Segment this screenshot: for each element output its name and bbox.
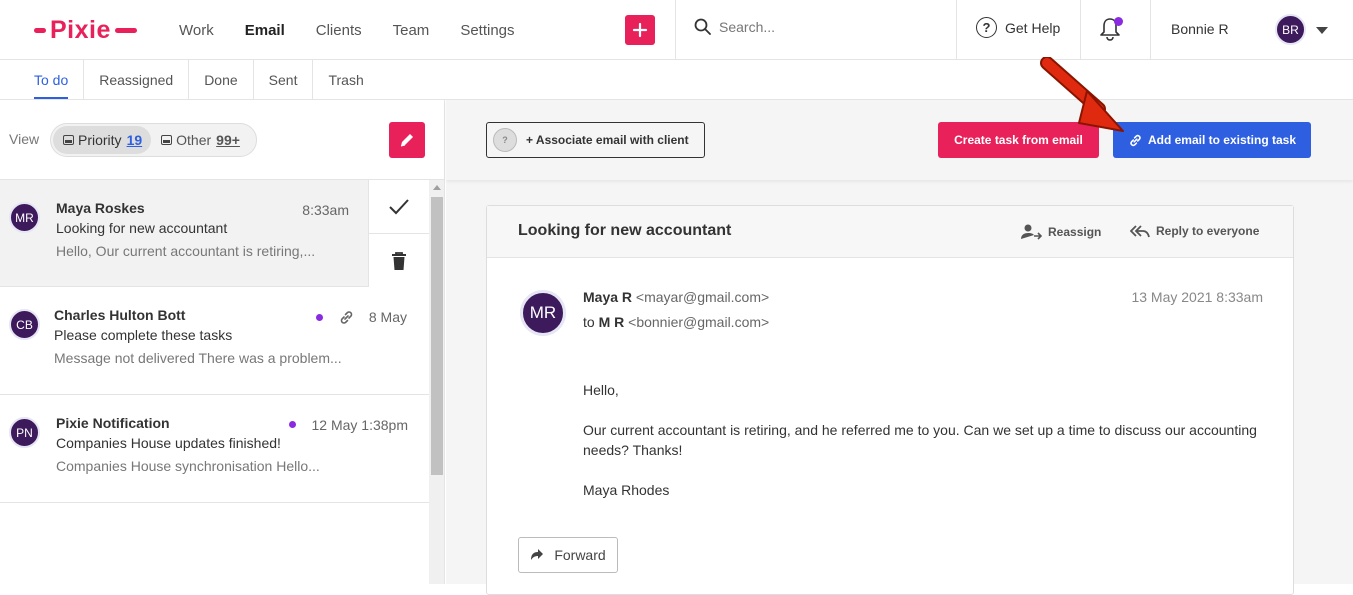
scroll-up-icon[interactable] (433, 185, 441, 190)
link-icon (1130, 134, 1141, 146)
reply-all-icon (1130, 225, 1150, 238)
add-to-task-button[interactable]: Add email to existing task (1113, 122, 1311, 158)
search-icon (694, 18, 711, 35)
email-list-item[interactable]: PN Pixie Notification Companies House up… (0, 395, 429, 503)
list-scrollbar[interactable] (429, 180, 444, 584)
email-action-bar: ? + Associate email with client Create t… (446, 100, 1353, 180)
compose-button[interactable] (389, 122, 425, 158)
view-other-option[interactable]: Other 99+ (151, 126, 249, 154)
email-detail-panel: ? + Associate email with client Create t… (446, 100, 1353, 595)
get-help-button[interactable]: ? Get Help (976, 17, 1060, 38)
view-bar: View Priority 19 Other 99+ (0, 100, 444, 180)
tab-done[interactable]: Done (189, 60, 254, 100)
view-label: View (9, 131, 40, 147)
nav-team[interactable]: Team (393, 22, 430, 39)
view-toggle: Priority 19 Other 99+ (50, 123, 257, 157)
email-subject: Please complete these tasks (54, 327, 233, 343)
message-header: Looking for new accountant Reassign Repl… (487, 206, 1293, 258)
email-preview: Companies House synchronisation Hello... (56, 458, 320, 474)
delete-button[interactable] (369, 234, 429, 287)
view-priority-option[interactable]: Priority 19 (53, 126, 152, 154)
get-help-label: Get Help (1005, 19, 1061, 36)
email-sender: Pixie Notification (56, 415, 170, 431)
email-tabs: To do Reassigned Done Sent Trash (0, 60, 1353, 100)
other-count: 99+ (216, 132, 240, 148)
unknown-client-icon: ? (493, 128, 517, 152)
notification-dot (1114, 17, 1123, 26)
search-input[interactable]: Search... (719, 19, 775, 35)
user-avatar[interactable]: BR (1275, 14, 1306, 45)
reply-all-button[interactable]: Reply to everyone (1130, 223, 1259, 239)
email-preview: Hello, Our current accountant is retirin… (56, 243, 316, 259)
nav-clients[interactable]: Clients (316, 22, 362, 39)
plus-icon (632, 22, 648, 38)
email-sender: Charles Hulton Bott (54, 307, 186, 323)
email-preview: Message not delivered There was a proble… (54, 350, 342, 366)
message-title: Looking for new accountant (518, 222, 732, 239)
tab-to-do[interactable]: To do (0, 60, 83, 100)
forward-button[interactable]: Forward (518, 537, 618, 573)
email-list-item[interactable]: CB Charles Hulton Bott Please complete t… (0, 287, 429, 395)
trash-icon (392, 251, 406, 270)
unread-dot (289, 421, 296, 428)
message-to: to M R <bonnier@gmail.com> (583, 314, 770, 330)
checkmark-icon (389, 198, 409, 214)
search-box[interactable]: Search... (694, 18, 775, 35)
annotation-arrow-icon (1040, 57, 1124, 132)
logo-text: Pixie (50, 15, 111, 44)
email-message-card: Looking for new accountant Reassign Repl… (486, 205, 1294, 595)
nav-work[interactable]: Work (179, 22, 214, 39)
user-name[interactable]: Bonnie R (1171, 21, 1229, 37)
associate-client-button[interactable]: ? + Associate email with client (486, 122, 705, 158)
email-time: 8 May (368, 309, 407, 325)
avatar: MR (9, 202, 40, 233)
notifications-button[interactable] (1099, 16, 1123, 44)
nav-settings[interactable]: Settings (460, 22, 514, 39)
email-list-panel: View Priority 19 Other 99+ MR Maya Roske… (0, 100, 445, 584)
email-list: MR Maya Roskes Looking for new accountan… (0, 180, 429, 503)
forward-icon (531, 549, 544, 560)
message-date: 13 May 2021 8:33am (1131, 289, 1263, 305)
email-time: 12 May 1:38pm (311, 417, 409, 433)
top-bar: Pixie Work Email Clients Team Settings S… (0, 0, 1353, 60)
message-body: Hello, Our current accountant is retirin… (583, 382, 1257, 498)
avatar: CB (9, 309, 40, 340)
unread-dot (316, 314, 323, 321)
link-icon (340, 311, 353, 324)
inbox-icon (161, 135, 173, 145)
priority-count: 19 (126, 132, 143, 148)
email-subject: Looking for new accountant (56, 220, 228, 236)
sender-avatar: MR (520, 290, 566, 336)
email-quick-actions (368, 180, 429, 287)
main-nav: Work Email Clients Team Settings (179, 0, 546, 60)
email-subject: Companies House updates finished! (56, 435, 281, 451)
pixie-logo[interactable]: Pixie (34, 14, 137, 46)
pencil-icon (400, 134, 413, 147)
tab-sent[interactable]: Sent (254, 60, 314, 100)
mark-done-button[interactable] (369, 180, 429, 234)
chevron-down-icon[interactable] (1316, 27, 1328, 34)
question-icon: ? (976, 17, 997, 38)
reassign-button[interactable]: Reassign (1021, 223, 1101, 240)
reassign-icon (1021, 224, 1042, 240)
email-sender: Maya Roskes (56, 200, 145, 216)
message-from: Maya R <mayar@gmail.com> (583, 289, 770, 305)
tab-reassigned[interactable]: Reassigned (83, 60, 190, 100)
email-time: 8:33am (302, 202, 349, 218)
tab-trash[interactable]: Trash (313, 60, 378, 100)
avatar: PN (9, 417, 40, 448)
add-new-button[interactable] (625, 15, 655, 45)
inbox-icon (63, 135, 74, 145)
nav-email[interactable]: Email (245, 22, 285, 39)
scrollbar-thumb[interactable] (431, 197, 443, 475)
email-list-item[interactable]: MR Maya Roskes Looking for new accountan… (0, 180, 429, 287)
